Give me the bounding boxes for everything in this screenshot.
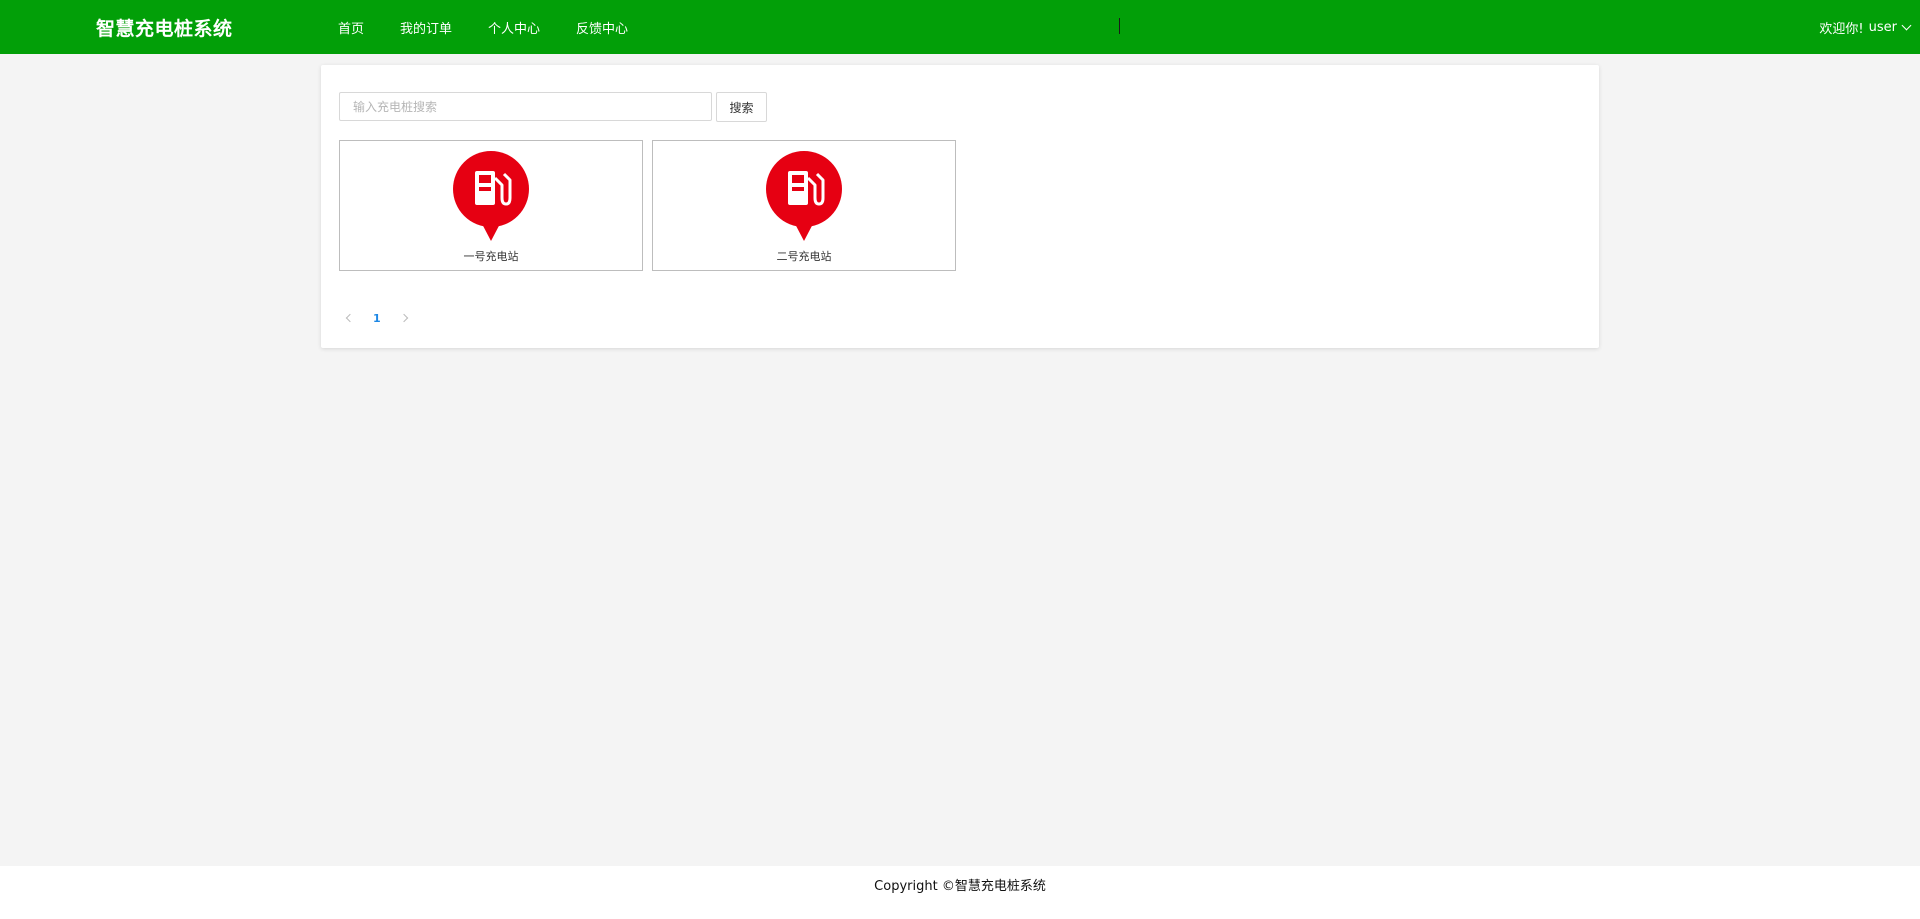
search-button[interactable]: 搜索 — [716, 92, 767, 122]
nav-item-feedback[interactable]: 反馈中心 — [576, 18, 628, 37]
nav-item-my-orders[interactable]: 我的订单 — [400, 18, 452, 37]
chevron-left-icon[interactable] — [345, 313, 355, 323]
user-menu-dropdown[interactable]: 欢迎你! user — [1819, 0, 1912, 54]
station-name: 一号充电站 — [463, 250, 519, 263]
top-navbar: 智慧充电桩系统 首页 我的订单 个人中心 反馈中心 欢迎你! user — [0, 0, 1920, 54]
chevron-down-icon — [1901, 20, 1912, 30]
username-label: user — [1868, 19, 1897, 35]
charging-station-pin-icon — [766, 151, 842, 241]
site-logo[interactable]: 智慧充电桩系统 — [96, 14, 233, 41]
welcome-text: 欢迎你! — [1819, 21, 1864, 37]
station-name: 二号充电站 — [776, 250, 832, 263]
search-input[interactable] — [339, 92, 712, 121]
nav-item-profile[interactable]: 个人中心 — [488, 18, 540, 37]
main-nav: 首页 我的订单 个人中心 反馈中心 — [338, 0, 664, 54]
nav-item-home[interactable]: 首页 — [338, 18, 364, 37]
copyright-text: Copyright ©智慧充电桩系统 — [874, 879, 1046, 894]
station-card[interactable]: 一号充电站 — [339, 140, 643, 271]
pagination: 1 — [345, 310, 408, 326]
station-card[interactable]: 二号充电站 — [652, 140, 956, 271]
charging-station-pin-icon — [453, 151, 529, 241]
footer: Copyright ©智慧充电桩系统 — [0, 866, 1920, 919]
station-list-panel: 搜索 一号充电站 二号充电站 1 — [321, 65, 1599, 348]
nav-divider — [1119, 18, 1120, 34]
page-number[interactable]: 1 — [373, 312, 381, 325]
chevron-right-icon[interactable] — [399, 313, 408, 323]
